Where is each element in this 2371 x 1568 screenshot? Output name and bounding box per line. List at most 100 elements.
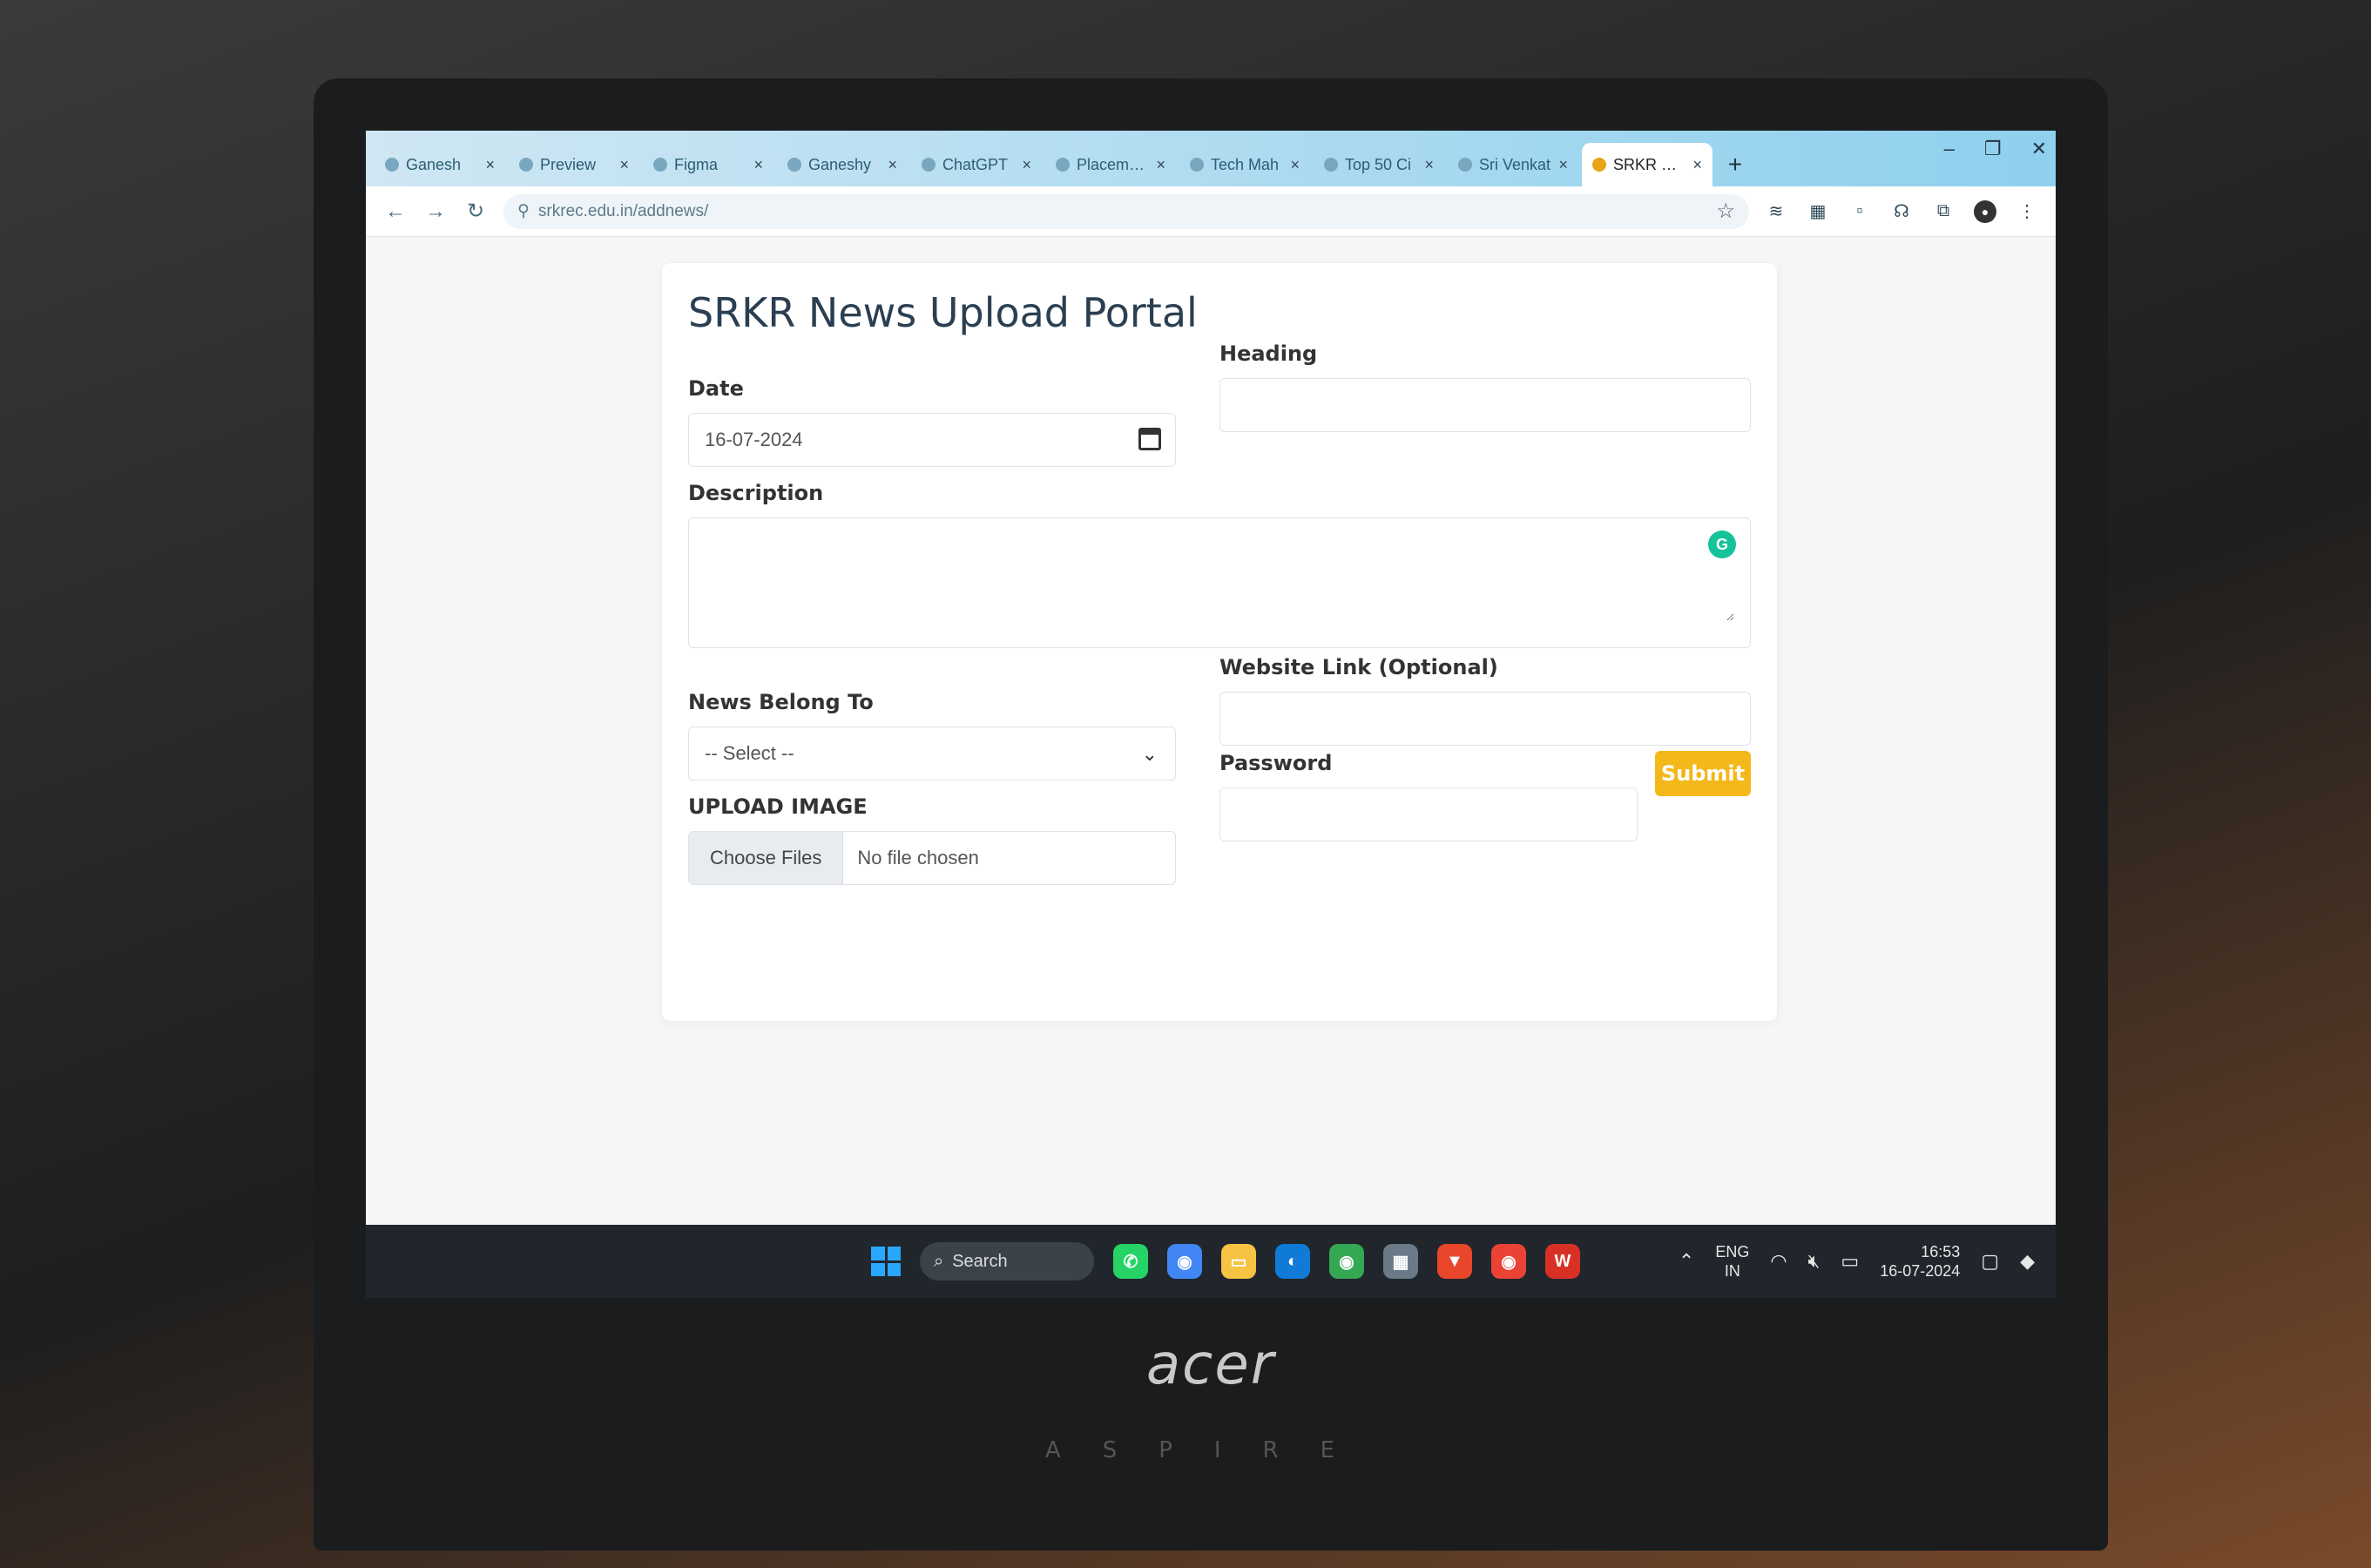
tab-preview[interactable]: Preview ×	[509, 143, 639, 186]
file-input[interactable]: Choose Files No file chosen	[688, 831, 1176, 885]
tab-close-icon[interactable]: ×	[1022, 156, 1031, 174]
tab-srkr-news[interactable]: SRKR New ×	[1582, 143, 1712, 186]
password-field-group: Password	[1219, 751, 1638, 841]
window-controls: – ❐ ✕	[1944, 138, 2047, 160]
news-belong-field-group: News Belong To -- Select -- ⌄	[688, 690, 1176, 781]
system-tray: ⌃ ENG IN ◠ 🔇︎ ▭ 16:53 16-07-2024 ▢ ◆	[1679, 1225, 2035, 1298]
news-belong-value: -- Select --	[705, 742, 794, 764]
start-windows-icon[interactable]	[871, 1247, 901, 1276]
tab-tech-mahindra[interactable]: Tech Mah ×	[1179, 143, 1310, 186]
tab-placement[interactable]: Placement ×	[1045, 143, 1176, 186]
brave-icon[interactable]: ▼	[1437, 1244, 1472, 1279]
news-belong-label: News Belong To	[688, 690, 874, 714]
upload-label: UPLOAD IMAGE	[688, 794, 868, 819]
extension-translate-icon[interactable]: ≋	[1765, 200, 1787, 223]
clock[interactable]: 16:53 16-07-2024	[1880, 1242, 1960, 1281]
extensions-area: ≋ ▦ ▫ ☊ ⧉ ● ⋮	[1765, 199, 2038, 223]
url-text: srkrec.edu.in/addnews/	[537, 201, 709, 220]
tab-favicon-icon	[1592, 158, 1606, 172]
forward-icon[interactable]: →	[423, 199, 448, 224]
laptop-bezel: Ganesh × Preview × Figma × Ganeshy × ChatGPT…	[314, 78, 2108, 1551]
language-indicator[interactable]: ENG IN	[1715, 1242, 1749, 1281]
description-field-group: Description G	[688, 481, 1751, 648]
tab-ganesh[interactable]: Ganesh ×	[375, 143, 505, 186]
browser-toolbar: ← → ↻ ⚲ srkrec.edu.in/addnews/ ☆ ≋ ▦ ▫ ☊…	[366, 186, 2056, 237]
battery-icon[interactable]: ▭	[1841, 1250, 1859, 1273]
tab-close-icon[interactable]: ×	[1424, 156, 1434, 174]
tab-favicon-icon	[922, 158, 936, 172]
tab-favicon-icon	[1056, 158, 1070, 172]
close-window-icon[interactable]: ✕	[2031, 138, 2047, 160]
acer-logo: acer	[1145, 1333, 1276, 1397]
tab-close-icon[interactable]: ×	[619, 156, 629, 174]
tab-favicon-icon	[519, 158, 533, 172]
news-belong-select[interactable]: -- Select -- ⌄	[688, 727, 1176, 781]
chevron-up-icon[interactable]: ⌃	[1679, 1250, 1694, 1273]
date-label: Date	[688, 376, 744, 401]
no-file-text: No file chosen	[857, 847, 979, 868]
profile-avatar[interactable]: ●	[1974, 199, 1996, 223]
windows-taskbar: ⌕ Search ✆ ◉ ▭ ◐ ◉ ▦ ▼ ◉ W ⌃ ENG IN ◠ 🔇︎…	[366, 1225, 2056, 1298]
notification-icon[interactable]: ▢	[1981, 1250, 1999, 1273]
tab-close-icon[interactable]: ×	[1692, 156, 1702, 174]
laptop-screen: Ganesh × Preview × Figma × Ganeshy × ChatGPT…	[366, 131, 2056, 1298]
wifi-icon[interactable]: ◠	[1770, 1250, 1787, 1273]
browser-menu-icon[interactable]: ⋮	[2016, 200, 2038, 223]
tab-favicon-icon	[1190, 158, 1204, 172]
website-input[interactable]	[1219, 692, 1751, 746]
restore-icon[interactable]: ❐	[1984, 138, 2002, 160]
tab-sri-venkat[interactable]: Sri Venkat ×	[1448, 143, 1578, 186]
tab-close-icon[interactable]: ×	[485, 156, 495, 174]
grammarly-icon[interactable]: G	[1708, 531, 1736, 558]
tab-close-icon[interactable]: ×	[753, 156, 763, 174]
tab-top-50[interactable]: Top 50 Ci ×	[1314, 143, 1444, 186]
page-title: SRKR News Upload Portal	[688, 289, 1198, 336]
extensions-puzzle-icon[interactable]: ⧉	[1932, 200, 1955, 223]
tab-github[interactable]: Ganeshy ×	[777, 143, 908, 186]
extension-grid-icon[interactable]: ▦	[1807, 200, 1829, 223]
chrome-icon[interactable]: ◉	[1167, 1244, 1202, 1279]
password-input[interactable]	[1219, 787, 1638, 841]
tab-favicon-icon	[653, 158, 667, 172]
tab-favicon-icon	[385, 158, 399, 172]
copilot-icon[interactable]: ◆	[2020, 1250, 2035, 1273]
tab-favicon-icon	[1458, 158, 1472, 172]
minimize-icon[interactable]: –	[1944, 138, 1955, 160]
calendar-app-icon[interactable]: ▦	[1383, 1244, 1418, 1279]
date-field-group: Date 16-07-2024	[688, 376, 1176, 467]
edge-icon[interactable]: ◐	[1275, 1244, 1310, 1279]
tab-close-icon[interactable]: ×	[1558, 156, 1568, 174]
upload-field-group: UPLOAD IMAGE Choose Files No file chosen	[688, 794, 1176, 885]
tab-chatgpt[interactable]: ChatGPT ×	[911, 143, 1042, 186]
reload-icon[interactable]: ↻	[463, 199, 488, 224]
heading-input[interactable]	[1219, 378, 1751, 432]
back-icon[interactable]: ←	[383, 199, 408, 224]
site-info-icon[interactable]: ⚲	[517, 201, 530, 221]
bookmark-star-icon[interactable]: ☆	[1716, 199, 1735, 224]
choose-files-button[interactable]: Choose Files	[689, 832, 844, 884]
file-explorer-icon[interactable]: ▭	[1221, 1244, 1256, 1279]
address-bar[interactable]: ⚲ srkrec.edu.in/addnews/ ☆	[503, 193, 1749, 229]
extension-badge-icon[interactable]: ▫	[1848, 200, 1871, 223]
volume-muted-icon[interactable]: 🔇︎	[1808, 1250, 1820, 1273]
calendar-icon[interactable]	[1138, 428, 1161, 450]
whatsapp-icon[interactable]: ✆	[1113, 1244, 1148, 1279]
description-textarea[interactable]: G	[688, 517, 1751, 648]
extension-headset-icon[interactable]: ☊	[1890, 200, 1913, 223]
tab-close-icon[interactable]: ×	[1156, 156, 1165, 174]
wps-office-icon[interactable]: W	[1545, 1244, 1580, 1279]
chrome-profile-icon[interactable]: ◉	[1329, 1244, 1364, 1279]
new-tab-button[interactable]: +	[1716, 143, 1754, 186]
chevron-down-icon: ⌄	[1141, 743, 1158, 765]
heading-field-group: Heading	[1219, 341, 1751, 432]
taskbar-search[interactable]: ⌕ Search	[920, 1242, 1094, 1281]
chrome-alt-icon[interactable]: ◉	[1491, 1244, 1526, 1279]
news-upload-form: SRKR News Upload Portal Date 16-07-2024 …	[662, 263, 1777, 1021]
tab-figma[interactable]: Figma ×	[643, 143, 773, 186]
tab-close-icon[interactable]: ×	[888, 156, 897, 174]
date-input[interactable]: 16-07-2024	[688, 413, 1176, 467]
website-label: Website Link (Optional)	[1219, 655, 1498, 679]
tab-close-icon[interactable]: ×	[1290, 156, 1300, 174]
clock-date: 16-07-2024	[1880, 1262, 1961, 1280]
submit-button[interactable]: Submit	[1655, 751, 1751, 796]
